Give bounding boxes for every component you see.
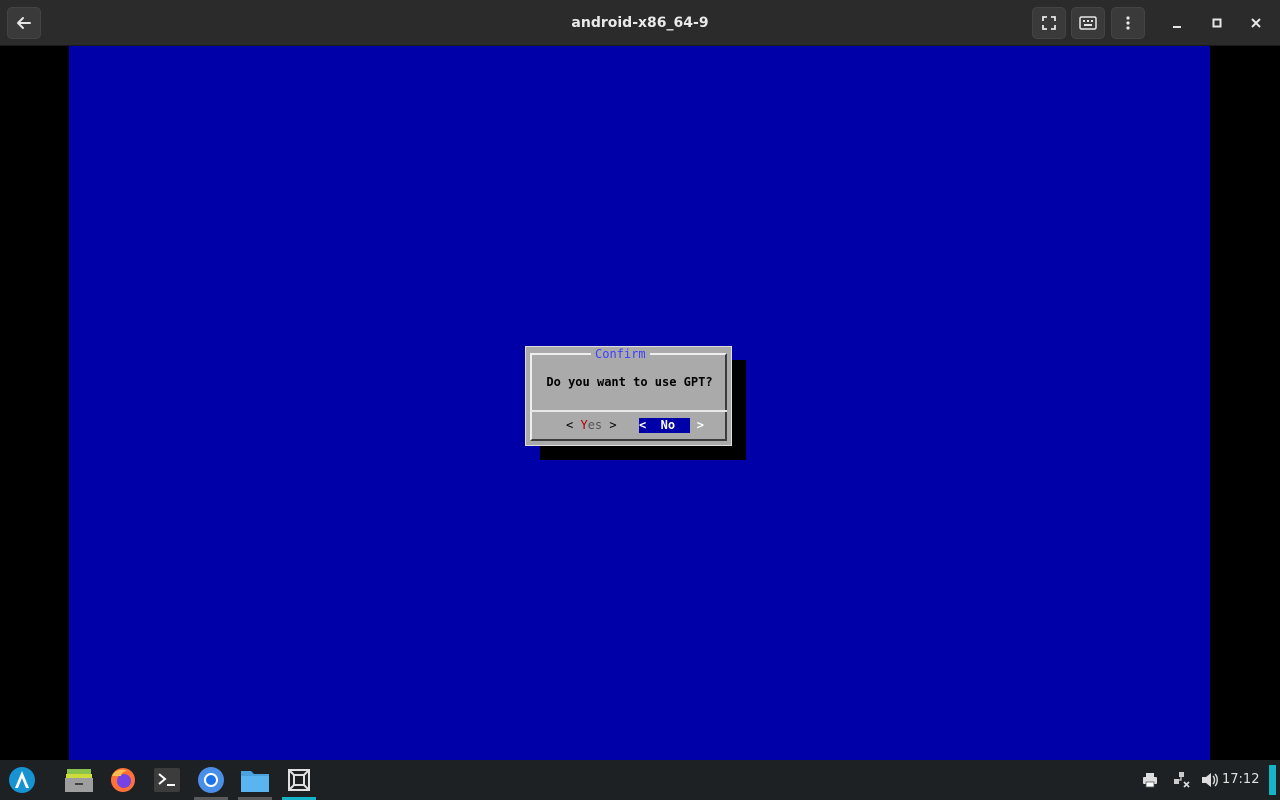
network-tray[interactable] <box>1172 770 1192 790</box>
minimize-button[interactable] <box>1165 11 1189 35</box>
chromium-icon <box>198 767 224 793</box>
volume-tray[interactable] <box>1200 770 1220 790</box>
taskbar: 17:12 <box>0 760 1280 800</box>
keyboard-button[interactable] <box>1071 7 1105 39</box>
close-button[interactable] <box>1244 11 1268 35</box>
clock[interactable]: 17:12 <box>1222 760 1259 800</box>
keyboard-icon <box>1079 16 1097 30</box>
yes-right-bracket: > <box>602 418 617 432</box>
minimize-icon <box>1173 26 1181 28</box>
yes-hotkey: Y <box>580 418 588 432</box>
dialog-message: Do you want to use GPT? <box>546 375 713 389</box>
taskbar-terminal[interactable] <box>152 765 182 795</box>
folder-icon <box>241 771 269 792</box>
kebab-menu-icon <box>1126 16 1130 30</box>
maximize-icon <box>1212 18 1222 28</box>
maximize-button[interactable] <box>1205 11 1229 35</box>
taskbar-file-manager[interactable] <box>240 765 270 795</box>
app-launcher-button[interactable] <box>7 765 37 795</box>
show-desktop-edge[interactable] <box>1269 765 1276 795</box>
window-titlebar: android-x86_64-9 <box>0 0 1280 46</box>
yes-button[interactable]: < Yes > <box>566 418 622 433</box>
taskbar-firefox[interactable] <box>108 765 138 795</box>
terminal-icon <box>154 768 180 792</box>
firefox-icon <box>111 768 135 792</box>
network-disconnected-icon <box>1174 772 1190 788</box>
taskbar-chromium[interactable] <box>196 765 226 795</box>
taskbar-virt-manager[interactable] <box>284 765 314 795</box>
taskbar-files-stack[interactable] <box>64 765 94 795</box>
no-button[interactable]: < No > <box>639 418 704 433</box>
virtual-machine-icon <box>288 769 310 791</box>
confirm-dialog: Confirm Do you want to use GPT? < Yes > … <box>525 346 732 446</box>
yes-label-rest: es <box>587 418 603 432</box>
dialog-title: Confirm <box>591 347 650 361</box>
volume-icon <box>1202 773 1218 787</box>
printer-icon <box>1143 773 1157 788</box>
arch-logo-icon <box>9 767 35 793</box>
fullscreen-button[interactable] <box>1032 7 1066 39</box>
menu-button[interactable] <box>1111 7 1145 39</box>
printer-tray[interactable] <box>1140 770 1160 790</box>
fullscreen-icon <box>1042 16 1056 30</box>
close-icon <box>1251 18 1261 28</box>
dialog-separator <box>530 410 727 412</box>
yes-left-bracket: < <box>566 418 581 432</box>
file-manager-stack-icon <box>65 769 93 792</box>
